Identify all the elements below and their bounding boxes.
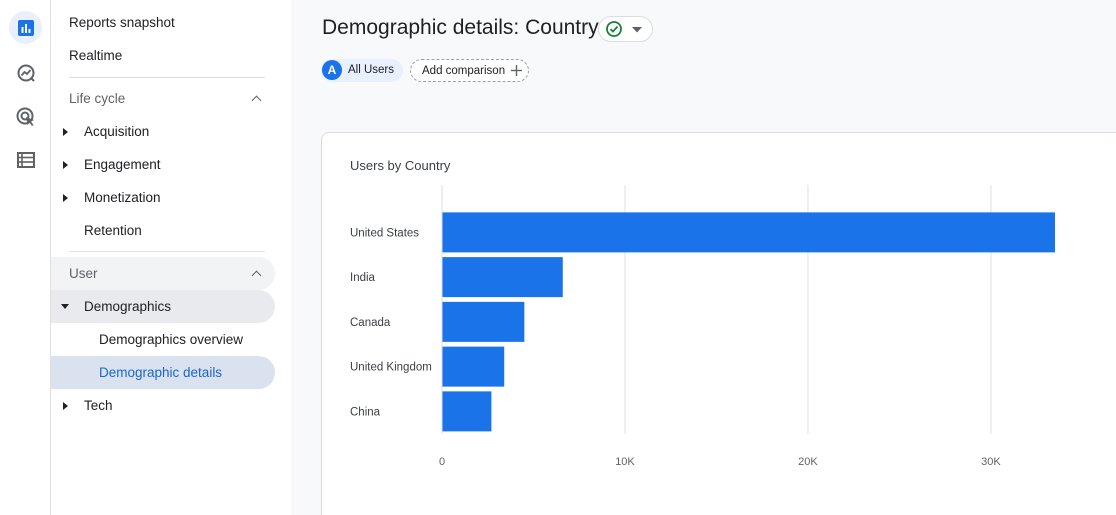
nav-tech[interactable]: Tech [51,389,275,422]
icon-rail [0,0,51,515]
dropdown-arrow-icon [632,27,642,33]
add-comparison-button[interactable]: Add comparison [410,59,529,82]
nav-section-user[interactable]: User [51,257,275,290]
nav-demographics-label: Demographics [84,299,172,314]
nav-retention-label: Retention [84,223,142,238]
x-tick-label: 20K [798,456,818,468]
nav-engagement-label: Engagement [84,157,161,172]
category-label: China [350,406,381,418]
x-tick-label: 0 [439,456,445,468]
chevron-up-icon [251,95,262,106]
category-label: United Kingdom [350,362,432,374]
check-circle-icon [606,21,622,37]
nav-engagement[interactable]: Engagement [51,148,275,181]
expand-arrow-icon [63,402,68,410]
configure-nav-button[interactable] [9,143,42,176]
table-icon [16,151,35,168]
bar[interactable] [442,212,1055,253]
expand-arrow-icon [63,194,68,202]
nav-tech-label: Tech [84,398,113,413]
nav-demographics-overview[interactable]: Demographics overview [51,323,275,356]
category-label: Canada [350,317,391,329]
bar[interactable] [442,346,505,387]
category-label: United States [350,227,419,239]
collapse-arrow-icon [61,304,69,309]
page-title: Demographic details: Country [322,16,599,39]
add-comparison-label: Add comparison [422,65,506,77]
nav-realtime[interactable]: Realtime [51,39,275,72]
nav-retention[interactable]: Retention [51,214,275,247]
report-status-dropdown[interactable] [598,16,653,42]
nav-demographic-details-label: Demographic details [99,365,223,380]
nav-demographics[interactable]: Demographics [51,290,275,323]
explore-icon [17,64,35,82]
reports-nav-button[interactable] [9,11,42,44]
bar[interactable] [442,257,563,298]
advertising-nav-button[interactable] [9,100,42,133]
nav-demographics-overview-label: Demographics overview [99,332,244,347]
plus-icon [511,65,522,76]
nav-reports-snapshot-label: Reports snapshot [69,15,175,30]
expand-arrow-icon [63,161,68,169]
expand-arrow-icon [63,128,68,136]
nav-divider [69,251,265,252]
nav-divider [69,77,265,78]
reports-nav-panel: Reports snapshot Realtime Life cycle Acq… [51,0,291,515]
segment-all-users-chip[interactable]: A All Users [321,59,403,82]
bar-chart-icon [17,19,34,36]
bar-chart: 0 10K 20K 30K United States India Canada United… [350,185,1055,468]
nav-acquisition-label: Acquisition [84,124,150,139]
nav-section-user-label: User [69,266,98,281]
advertising-icon [16,107,34,126]
x-tick-label: 10K [615,456,635,468]
chart-card: Users by Country 0 10K 20K 30K United States… [321,132,1116,515]
bar[interactable] [442,391,492,432]
nav-monetization[interactable]: Monetization [51,181,275,214]
segment-label: All Users [348,64,395,76]
nav-acquisition[interactable]: Acquisition [51,115,275,148]
category-label: India [350,272,376,284]
nav-section-lifecycle-label: Life cycle [69,91,126,106]
segment-badge: A [322,60,342,80]
bar[interactable] [442,301,525,342]
nav-demographic-details[interactable]: Demographic details [51,356,275,389]
x-tick-label: 30K [981,456,1001,468]
nav-monetization-label: Monetization [84,190,161,205]
nav-section-lifecycle[interactable]: Life cycle [51,82,275,115]
explore-nav-button[interactable] [9,56,42,89]
chevron-up-icon [251,270,262,281]
nav-reports-snapshot[interactable]: Reports snapshot [51,6,275,39]
nav-realtime-label: Realtime [69,48,123,63]
